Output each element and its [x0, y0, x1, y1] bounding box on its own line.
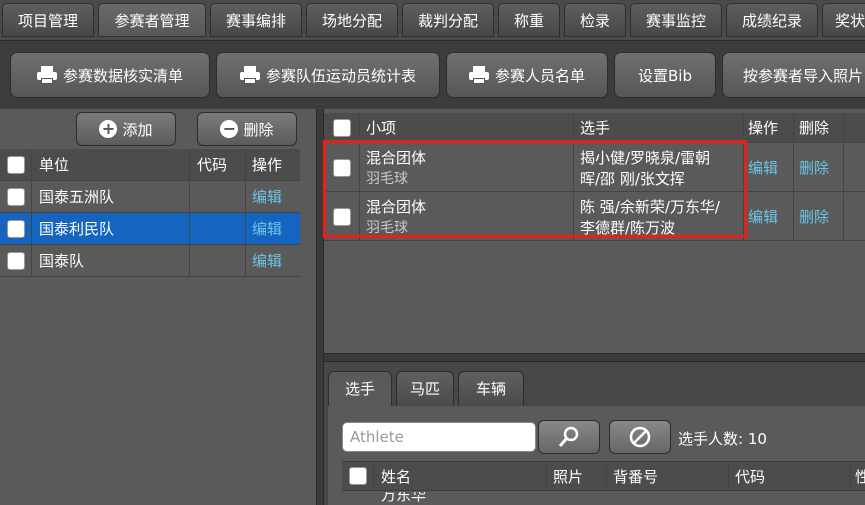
athlete-names: 晖/邵 刚/张文挥	[580, 169, 685, 188]
unit-panel: + 添加 − 删除 单位 代码 操作 国泰五洲队 编辑 国泰利民队 编辑 国泰队	[0, 109, 316, 505]
tab-weighing[interactable]: 称重	[498, 3, 560, 37]
column-header-gender[interactable]: 性	[851, 462, 865, 490]
table-row[interactable]: 国泰五洲队 编辑	[0, 181, 300, 213]
import-photos-button[interactable]: 按参赛者导入照片	[722, 52, 865, 98]
table-header: 单位 代码 操作	[0, 149, 300, 181]
table-row[interactable]: 混合团体 羽毛球 陈 强/余新荣/万东华/ 李德群/陈万波 编辑 删除	[324, 193, 865, 241]
unit-name: 国泰五洲队	[32, 181, 190, 212]
select-all-checkbox[interactable]	[6, 155, 25, 174]
printer-icon	[468, 66, 489, 84]
athlete-panel: 选手 马匹 车辆 Athlete 选手人数: 10 姓名 照片 背番号 代码 性…	[324, 362, 865, 505]
unit-table: 单位 代码 操作 国泰五洲队 编辑 国泰利民队 编辑 国泰队 编辑	[0, 149, 300, 277]
tab-project-management[interactable]: 项目管理	[2, 3, 94, 37]
athlete-name: 万东华	[381, 492, 427, 504]
participant-list-button[interactable]: 参赛人员名单	[446, 52, 608, 98]
delete-link[interactable]: 删除	[794, 144, 844, 191]
minus-icon: −	[220, 120, 239, 138]
edit-link[interactable]: 编辑	[744, 193, 794, 240]
add-button[interactable]: + 添加	[76, 112, 176, 146]
row-checkbox[interactable]	[6, 219, 25, 238]
column-header-event[interactable]: 小项	[360, 113, 574, 142]
tab-certificates[interactable]: 奖状	[822, 3, 865, 37]
table-row[interactable]: 万东华	[342, 492, 865, 505]
edit-link[interactable]: 编辑	[246, 245, 300, 276]
tab-horses[interactable]: 马匹	[396, 371, 454, 407]
sport-name: 羽毛球	[366, 171, 408, 187]
table-row[interactable]: 国泰利民队 编辑	[0, 213, 300, 245]
athlete-names: 李德群/陈万波	[580, 218, 676, 237]
select-all-checkbox[interactable]	[348, 467, 367, 485]
verification-list-button[interactable]: 参赛数据核实清单	[10, 52, 210, 98]
tab-vehicles[interactable]: 车辆	[458, 371, 524, 407]
row-checkbox[interactable]	[332, 207, 351, 226]
athlete-count: 选手人数: 10	[678, 430, 767, 448]
row-checkbox[interactable]	[6, 251, 25, 270]
athlete-names: 陈 强/余新荣/万东华/	[580, 197, 720, 216]
search-icon	[558, 426, 579, 447]
clear-icon	[629, 426, 651, 448]
set-bib-button[interactable]: 设置Bib	[614, 52, 716, 98]
delete-link[interactable]: 删除	[794, 193, 844, 240]
table-row[interactable]: 混合团体 羽毛球 揭小健/罗晓泉/雷朝 晖/邵 刚/张文挥 编辑 删除	[324, 144, 865, 192]
vertical-splitter[interactable]	[316, 109, 324, 505]
table-row[interactable]: 国泰队 编辑	[0, 245, 300, 277]
row-checkbox[interactable]	[6, 187, 25, 206]
plus-icon: +	[99, 120, 118, 138]
edit-link[interactable]: 编辑	[246, 213, 300, 244]
toolbar: 参赛数据核实清单 参赛队伍运动员统计表 参赛人员名单 设置Bib 按参赛者导入照…	[0, 40, 865, 108]
edit-link[interactable]: 编辑	[744, 144, 794, 191]
table-header: 姓名 照片 背番号 代码 性	[342, 461, 865, 491]
athlete-search-input[interactable]: Athlete	[342, 422, 536, 452]
event-name: 混合团体	[366, 198, 427, 216]
column-header-unit[interactable]: 单位	[32, 149, 190, 180]
athlete-tab-content: Athlete 选手人数: 10 姓名 照片 背番号 代码 性 万东华	[328, 406, 865, 505]
column-header-operation: 操作	[744, 113, 794, 142]
top-tab-bar: 项目管理 参赛者管理 赛事编排 场地分配 裁判分配 称重 检录 赛事监控 成绩纪…	[0, 0, 865, 40]
unit-code	[190, 181, 246, 212]
table-header: 小项 选手 操作 删除	[324, 113, 865, 143]
horizontal-splitter[interactable]	[324, 353, 865, 362]
sport-name: 羽毛球	[366, 220, 408, 236]
tab-schedule[interactable]: 赛事编排	[210, 3, 302, 37]
tab-event-monitor[interactable]: 赛事监控	[630, 3, 722, 37]
column-header-photo[interactable]: 照片	[547, 462, 607, 490]
printer-icon	[239, 66, 260, 84]
tab-referee-assignment[interactable]: 裁判分配	[402, 3, 494, 37]
search-button[interactable]	[538, 420, 600, 454]
clear-button[interactable]	[609, 420, 671, 454]
athlete-names: 揭小健/罗晓泉/雷朝	[580, 148, 711, 167]
tab-check-in[interactable]: 检录	[564, 3, 626, 37]
column-header-code[interactable]: 代码	[190, 149, 246, 180]
column-header-code[interactable]: 代码	[729, 462, 851, 490]
select-all-checkbox[interactable]	[332, 118, 351, 137]
printer-icon	[36, 66, 57, 84]
column-header-delete: 删除	[794, 113, 844, 142]
row-checkbox[interactable]	[332, 158, 351, 177]
tab-athletes[interactable]: 选手	[328, 371, 392, 407]
tab-results[interactable]: 成绩纪录	[726, 3, 818, 37]
edit-link[interactable]: 编辑	[246, 181, 300, 212]
tab-venue-assignment[interactable]: 场地分配	[306, 3, 398, 37]
unit-code	[190, 245, 246, 276]
column-header-name[interactable]: 姓名	[374, 462, 547, 490]
event-panel: 小项 选手 操作 删除 混合团体 羽毛球 揭小健/罗晓泉/雷朝 晖/邵 刚/张文…	[324, 109, 865, 353]
tab-participant-management[interactable]: 参赛者管理	[98, 3, 206, 37]
event-name: 混合团体	[366, 149, 427, 167]
unit-name: 国泰利民队	[32, 213, 190, 244]
column-header-athletes[interactable]: 选手	[574, 113, 744, 142]
delete-button[interactable]: − 删除	[197, 112, 297, 146]
unit-code	[190, 213, 246, 244]
team-statistics-button[interactable]: 参赛队伍运动员统计表	[216, 52, 440, 98]
unit-name: 国泰队	[32, 245, 190, 276]
column-header-bib[interactable]: 背番号	[607, 462, 729, 490]
column-header-operation: 操作	[252, 156, 283, 174]
